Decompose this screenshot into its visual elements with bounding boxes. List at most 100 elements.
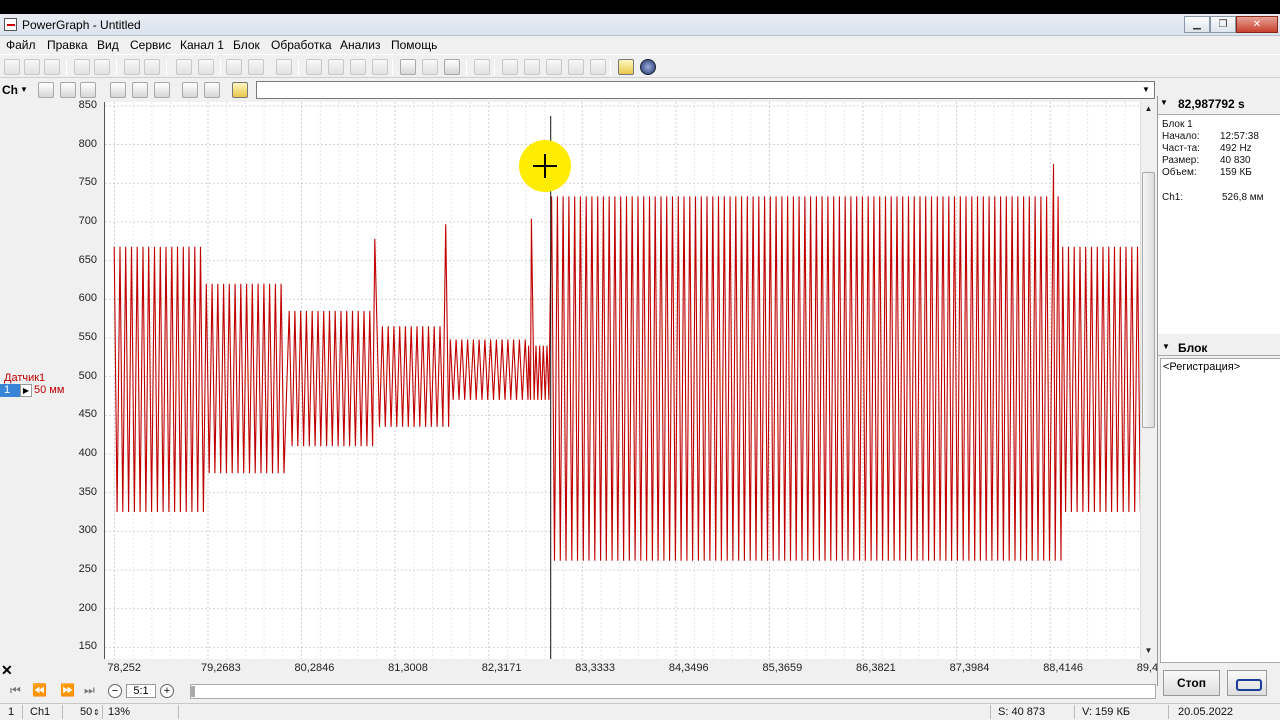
vertical-scrollbar[interactable]: ▲ ▼ — [1140, 102, 1156, 659]
menu-service[interactable]: Сервис — [130, 38, 171, 52]
peak-icon[interactable] — [590, 59, 606, 75]
collapse-icon[interactable]: ▼ — [1160, 98, 1168, 107]
block-list-item[interactable]: <Регистрация> — [1163, 361, 1240, 373]
open-file-icon[interactable] — [24, 59, 40, 75]
channel-selector[interactable]: Ch — [2, 83, 18, 97]
marker-icon[interactable] — [232, 82, 248, 98]
channel-list-icon[interactable] — [38, 82, 54, 98]
scroll-down-icon[interactable]: ▼ — [1142, 644, 1155, 657]
block-collapse-icon[interactable]: ▼ — [1162, 342, 1170, 351]
math-icon[interactable] — [422, 59, 438, 75]
function-icon[interactable] — [474, 59, 490, 75]
scroll-up-icon[interactable]: ▲ — [1142, 102, 1155, 115]
app-window: PowerGraph - Untitled ▁ ❐ ✕ Файл Правка … — [0, 14, 1280, 720]
horizontal-scroll-thumb[interactable] — [191, 686, 195, 697]
table-icon[interactable] — [502, 59, 518, 75]
zoom-plus-icon[interactable]: + — [160, 684, 174, 698]
print-preview-icon[interactable] — [144, 59, 160, 75]
zoom-ratio[interactable]: 5:1 — [126, 684, 156, 698]
y-tick-label: 200 — [78, 601, 97, 614]
paste-block-icon[interactable] — [248, 59, 264, 75]
info-size-value: 40 830 — [1220, 155, 1251, 166]
info-size-label: Размер: — [1162, 155, 1200, 166]
sensor-expand-icon[interactable]: ▶ — [20, 384, 32, 397]
status-channel: Ch1 — [30, 706, 51, 718]
status-percent: 13% — [108, 706, 131, 718]
save-icon[interactable] — [74, 59, 90, 75]
block-list-title: Блок — [1178, 341, 1208, 355]
signal-trace — [113, 163, 1141, 561]
x-tick-label: 86,3821 — [856, 662, 896, 674]
copy-block-icon[interactable] — [226, 59, 242, 75]
menu-edit[interactable]: Правка — [47, 38, 88, 52]
menu-file[interactable]: Файл — [6, 38, 36, 52]
y-tick-label: 250 — [78, 563, 97, 576]
stop-button[interactable]: Стоп — [1163, 670, 1220, 696]
y-tick-label: 800 — [78, 137, 97, 150]
sensor-index[interactable]: 1 — [0, 384, 20, 397]
forward-icon[interactable]: ⏩ — [60, 683, 75, 697]
menu-processing[interactable]: Обработка — [271, 38, 332, 52]
info-volume-label: Объем: — [1162, 167, 1197, 178]
duplicate-icon[interactable] — [276, 59, 292, 75]
close-window-button[interactable]: ✕ — [1236, 16, 1278, 33]
horizontal-scrollbar[interactable] — [190, 684, 1156, 699]
menu-block[interactable]: Блок — [233, 38, 260, 52]
sensor-row[interactable]: 1 ▶ 50 мм — [0, 384, 66, 397]
comment-input[interactable]: ▼ — [256, 81, 1155, 99]
channel-dropdown-icon[interactable]: ▼ — [20, 83, 30, 96]
rewind-icon[interactable]: ⏪ — [32, 683, 47, 697]
histogram-icon[interactable] — [546, 59, 562, 75]
plot-area[interactable] — [104, 102, 1141, 659]
y-tick-label: 150 — [78, 640, 97, 653]
x-tick-label: 82,3171 — [481, 662, 522, 674]
paste-icon[interactable] — [198, 59, 214, 75]
spectrum-icon[interactable] — [568, 59, 584, 75]
block-list[interactable]: <Регистрация> — [1160, 358, 1280, 663]
maximize-button[interactable]: ❐ — [1210, 16, 1236, 33]
edit-tool-icon[interactable] — [444, 59, 460, 75]
minimize-button[interactable]: ▁ — [1184, 16, 1210, 33]
web-icon[interactable] — [640, 59, 656, 75]
filter-icon[interactable] — [306, 59, 322, 75]
new-file-icon[interactable] — [4, 59, 20, 75]
zoom-in-icon[interactable] — [80, 82, 96, 98]
zoom-minus-icon[interactable]: − — [108, 684, 122, 698]
x-tick-label: 88,4146 — [1043, 662, 1083, 674]
signal-chart[interactable] — [105, 102, 1141, 659]
record-icon[interactable] — [328, 59, 344, 75]
open-recent-icon[interactable] — [44, 59, 60, 75]
menu-channel1[interactable]: Канал 1 — [180, 38, 224, 52]
info-freq-label: Част-та: — [1162, 143, 1200, 154]
menu-view[interactable]: Вид — [97, 38, 119, 52]
menu-help[interactable]: Помощь — [391, 38, 437, 52]
autoscale-icon[interactable] — [182, 82, 198, 98]
zoom-out-icon[interactable] — [60, 82, 76, 98]
pencil-icon[interactable] — [400, 59, 416, 75]
main-toolbar — [0, 54, 1280, 78]
split-icon[interactable] — [110, 82, 126, 98]
crosshair-icon[interactable] — [154, 82, 170, 98]
y-axis: 850 800 750 700 650 600 550 500 450 400 350 300 250 2… — [60, 99, 104, 662]
last-icon[interactable]: ⏭ — [84, 683, 95, 698]
save-as-icon[interactable] — [94, 59, 110, 75]
copy-icon[interactable] — [176, 59, 192, 75]
block-list-header[interactable]: ▼ Блок — [1158, 338, 1280, 356]
help-icon[interactable] — [618, 59, 634, 75]
status-spin-icon[interactable]: ⇕ — [93, 708, 100, 717]
print-icon[interactable] — [124, 59, 140, 75]
y-tick-label: 350 — [78, 485, 97, 498]
first-icon[interactable]: ⏮ — [10, 683, 21, 698]
x-tick-label: 78,252 — [107, 662, 142, 674]
zoom-analysis-icon[interactable] — [524, 59, 540, 75]
fit-icon[interactable] — [204, 82, 220, 98]
comment-dropdown-icon[interactable]: ▼ — [1138, 82, 1154, 98]
x-tick-label: 84,3496 — [668, 662, 709, 674]
vertical-scroll-thumb[interactable] — [1142, 172, 1155, 428]
device-icon[interactable] — [350, 59, 366, 75]
device-connect-button[interactable] — [1227, 670, 1267, 696]
close-panel-icon[interactable]: ✕ — [1, 662, 13, 679]
battery-icon[interactable] — [372, 59, 388, 75]
menu-analysis[interactable]: Анализ — [340, 38, 381, 52]
cursor-icon[interactable] — [132, 82, 148, 98]
